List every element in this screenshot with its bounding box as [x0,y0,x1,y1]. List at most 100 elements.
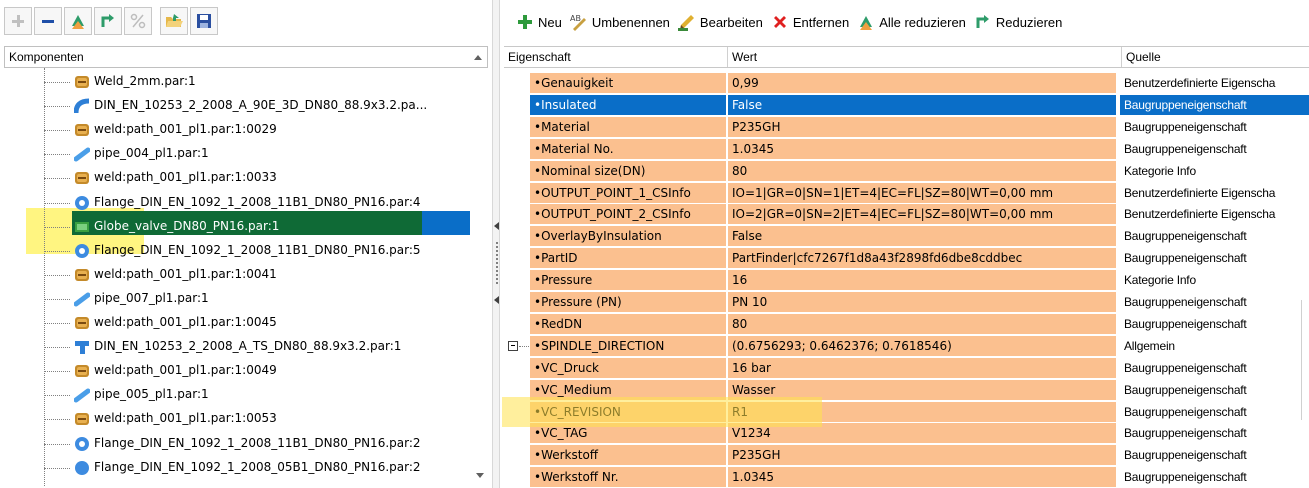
edit-icon [677,15,694,31]
property-source: Baugruppeneigenschaft [1120,313,1309,334]
property-row[interactable]: •PartID PartFinder|cfc7267f1d8a43f2898fd6… [504,247,1309,269]
property-row[interactable]: •Material No. 1.0345 Baugruppeneigenschaft [504,138,1309,160]
property-value[interactable]: PN 10 [728,292,1116,312]
weld-icon [74,411,90,427]
pipe-icon [73,387,91,403]
tree-item[interactable]: pipe_004_pl1.par:1 [4,142,470,166]
property-row[interactable]: •VC_Druck 16 bar Baugruppeneigenschaft [504,357,1309,379]
add-icon [518,15,532,29]
rename-icon: AB [570,14,586,31]
property-source: Baugruppeneigenschaft [1120,248,1309,269]
property-value[interactable]: IO=2|GR=0|SN=2|ET=4|EC=FL|SZ=80|WT=0,00 … [728,204,1116,225]
minus-button[interactable] [34,7,62,35]
save-button[interactable] [190,7,218,35]
property-value[interactable]: IO=1|GR=0|SN=1|ET=4|EC=FL|SZ=80|WT=0,00 … [728,182,1116,203]
splitter-grip[interactable] [496,242,498,284]
tree-item[interactable]: Flange_DIN_EN_1092_1_2008_11B1_DN80_PN16… [4,191,470,215]
property-row[interactable]: •RedDN 80 Baugruppeneigenschaft [504,313,1309,335]
property-value[interactable]: 16 bar [728,357,1116,378]
collapse-props-label: Reduzieren [995,14,1063,30]
collapse-all-button[interactable] [64,7,92,35]
tree-item[interactable]: Flange_DIN_EN_1092_1_2008_11B1_DN80_PN16… [4,239,470,263]
delete-button[interactable]: Entfernen [769,10,855,34]
property-row[interactable]: •OUTPUT_POINT_2_CSInfo IO=2|GR=0|SN=2|ET=… [504,203,1309,225]
property-value[interactable]: 1.0345 [728,467,1116,488]
property-row[interactable]: •Werkstoff Nr. 1.0345 Baugruppeneigenschaf… [504,466,1309,488]
tree-scrollbar[interactable] [472,68,488,486]
property-value[interactable]: (0.6756293; 0.6462376; 0.7618546) [728,335,1116,356]
property-row[interactable]: •SPINDLE_DIRECTION (0.6756293; 0.6462376;… [504,335,1309,357]
tree-item[interactable]: Weld_2mm.par:1 [4,70,470,94]
property-row[interactable]: •Pressure (PN) PN 10 Baugruppeneigenschaft [504,291,1309,313]
scroll-down-arrow[interactable] [472,468,488,484]
collapse-button[interactable] [94,7,122,35]
property-value[interactable]: 1.0345 [728,138,1116,159]
property-source: Allgemein [1120,335,1309,356]
property-value[interactable]: 80 [728,313,1116,334]
tree-item[interactable]: weld:path_001_pl1.par:1:0029 [4,118,470,142]
tree-item[interactable]: pipe_005_pl1.par:1 [4,383,470,407]
tree-item[interactable]: Flange_DIN_EN_1092_1_2008_11B1_DN80_PN16… [4,432,470,456]
property-value[interactable]: False [728,226,1116,247]
minus-icon [42,20,54,23]
tree-item[interactable]: weld:path_001_pl1.par:1:0049 [4,359,470,383]
collapse-props-button[interactable]: Reduzieren [972,10,1069,34]
property-name: •Pressure [530,270,726,291]
property-row[interactable]: •Material P235GH Baugruppeneigenschaft [504,116,1309,138]
tree-item[interactable]: DIN_EN_10253_2_2008_A_TS_DN80_88.9x3.2.p… [4,335,470,359]
property-row[interactable]: •Nominal size(DN) 80 Kategorie Info [504,160,1309,182]
property-name: •Material [530,116,726,137]
highlight-marker [502,397,822,427]
tree-item-selected[interactable]: Globe_valve_DN80_PN16.par:1 [4,215,470,239]
tree-item[interactable]: weld:path_001_pl1.par:1:0041 [4,263,470,287]
expand-toggle-icon[interactable] [508,340,518,351]
property-value[interactable]: 80 [728,160,1116,181]
percent-button[interactable] [124,7,152,35]
rename-button[interactable]: AB Umbenennen [568,10,676,34]
tree-item[interactable]: DIN_EN_10253_2_2008_A_90E_3D_DN80_88.9x3… [4,94,470,118]
property-source: Benutzerdefinierte Eigenscha [1120,204,1309,225]
properties-grid-header: Eigenschaft Wert Quelle [504,46,1309,68]
property-source: Baugruppeneigenschaft [1120,467,1309,488]
tree-item-label: weld:path_001_pl1.par:1:0029 [94,122,277,137]
column-header-property[interactable]: Eigenschaft [504,47,728,67]
scroll-up-arrow[interactable] [471,49,485,65]
tree-item[interactable]: weld:path_001_pl1.par:1:0033 [4,166,470,190]
property-row[interactable]: •OverlayByInsulation False Baugruppeneigen… [504,225,1309,247]
property-source: Kategorie Info [1120,160,1309,181]
property-value[interactable]: P235GH [728,116,1116,137]
new-button[interactable]: Neu [514,10,568,34]
column-header-source[interactable]: Quelle [1122,47,1309,67]
property-name: •Werkstoff [530,445,726,466]
column-header-value[interactable]: Wert [728,47,1122,67]
edit-button[interactable]: Bearbeiten [676,10,769,34]
plus-button[interactable] [4,7,32,35]
tree-item[interactable]: Flange_DIN_EN_1092_1_2008_05B1_DN80_PN16… [4,456,470,480]
valve-icon [74,219,90,235]
property-value[interactable]: False [728,94,1116,115]
property-row[interactable]: •Genauigkeit 0,99 Benutzerdefinierte Eigen… [504,72,1309,94]
property-name: •OUTPUT_POINT_2_CSInfo [530,204,726,225]
property-value[interactable]: P235GH [728,445,1116,466]
tree-item-label: pipe_005_pl1.par:1 [94,387,209,402]
save-icon [197,14,211,28]
property-value[interactable]: PartFinder|cfc7267f1d8a43f2898fd6dbe8cdd… [728,248,1116,269]
tree-column-header[interactable]: Komponenten [4,46,488,68]
grid-scrollbar[interactable] [1301,300,1309,420]
property-name: •PartID [530,248,726,269]
property-value[interactable]: 16 [728,270,1116,291]
tree-item[interactable]: weld:path_001_pl1.par:1:0045 [4,311,470,335]
property-row[interactable]: •Werkstoff P235GH Baugruppeneigenschaft [504,444,1309,466]
property-value[interactable]: 0,99 [728,73,1116,93]
delete-button-label: Entfernen [792,14,850,30]
property-row[interactable]: •Insulated False Baugruppeneigenschaft [504,94,1309,116]
tree-item[interactable]: pipe_007_pl1.par:1 [4,287,470,311]
delete-icon [773,16,786,28]
pane-splitter[interactable] [492,0,500,488]
component-tree: Weld_2mm.par:1 DIN_EN_10253_2_2008_A_90E_… [4,68,470,486]
collapse-all-props-button[interactable]: Alle reduzieren [855,10,972,34]
property-row[interactable]: •Pressure 16 Kategorie Info [504,269,1309,291]
tree-item[interactable]: weld:path_001_pl1.par:1:0053 [4,407,470,431]
property-row[interactable]: •OUTPUT_POINT_1_CSInfo IO=1|GR=0|SN=1|ET=… [504,182,1309,204]
open-button[interactable] [160,7,188,35]
